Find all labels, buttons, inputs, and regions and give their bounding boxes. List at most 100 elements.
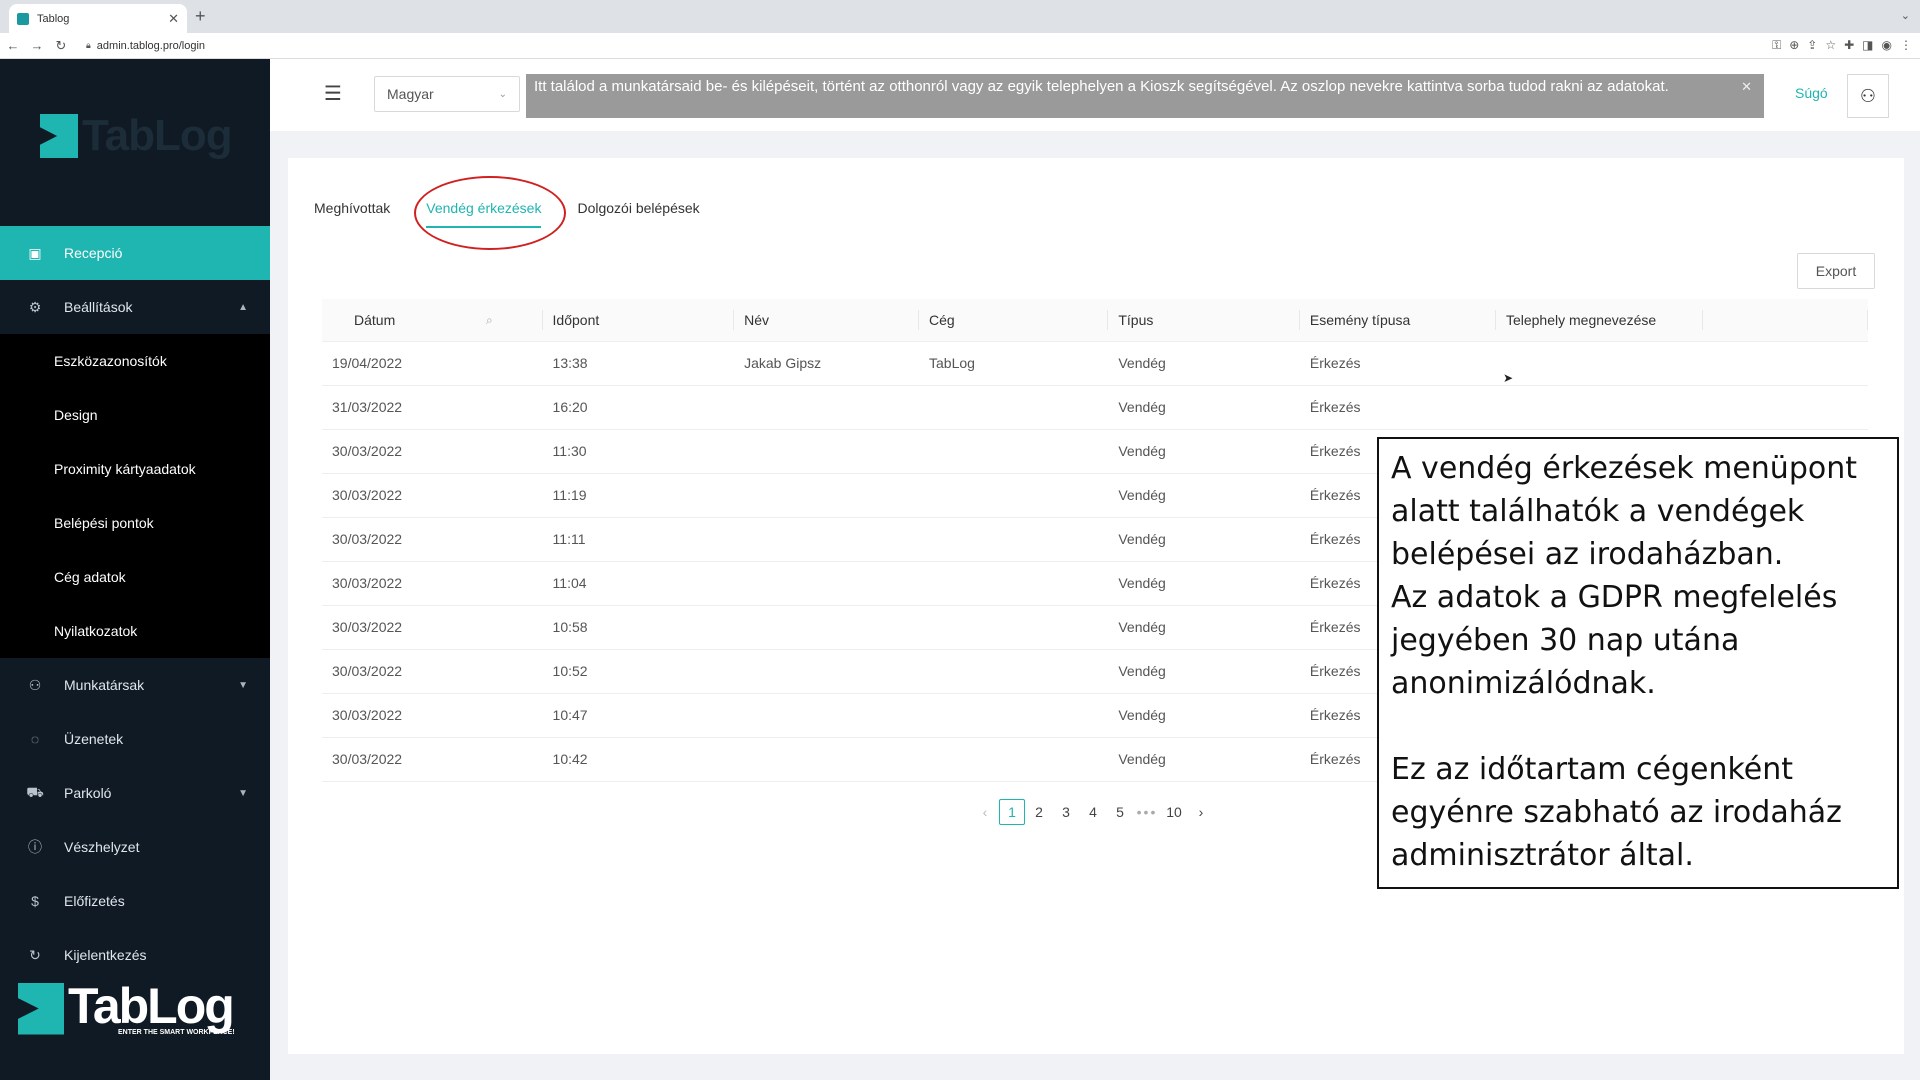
table-cell: 30/03/2022 <box>322 429 543 474</box>
sidepanel-icon[interactable]: ◨ <box>1862 38 1873 53</box>
submenu-item-eszkozazonositok[interactable]: Eszközazonosítók <box>0 334 270 388</box>
table-cell <box>734 385 919 430</box>
table-cell <box>919 385 1109 430</box>
column-header-esemeny-tipusa[interactable]: Esemény típusa <box>1299 299 1496 342</box>
table-cell: TabLog <box>919 341 1109 386</box>
page-10[interactable]: 10 <box>1161 799 1187 825</box>
column-header-ceg[interactable]: Cég <box>919 299 1109 342</box>
table-cell: 30/03/2022 <box>322 473 543 518</box>
table-cell: Vendég <box>1108 429 1300 474</box>
tablog-favicon-icon <box>17 12 29 25</box>
sidebar-item-label: Előfizetés <box>64 893 125 909</box>
table-cell: 30/03/2022 <box>322 517 543 562</box>
table-cell: Vendég <box>1108 341 1300 386</box>
export-button[interactable]: Export <box>1797 253 1875 289</box>
tablog-brand-logo: TabLog ENTER THE SMART WORKPLACE! <box>18 981 235 1036</box>
logo-tagline: ENTER THE SMART WORKPLACE! <box>118 1029 235 1036</box>
table-header-row: Dátum ⌕ Időpont Név Cég Típus Esemény típ… <box>322 299 1868 342</box>
sidebar-item-beallitasok[interactable]: ⚙ Beállítások ▲ <box>0 280 270 334</box>
column-header-telephely[interactable]: Telephely megnevezése <box>1495 299 1704 342</box>
tab-meghivottak[interactable]: Meghívottak <box>314 200 390 228</box>
car-icon: ⛟ <box>26 783 44 800</box>
next-page-icon[interactable]: › <box>1188 799 1214 825</box>
star-icon[interactable]: ☆ <box>1825 38 1836 53</box>
tablog-logo-icon <box>18 982 64 1035</box>
chevron-down-icon[interactable]: ⌄ <box>1901 9 1910 22</box>
message-icon: ◌ <box>30 731 40 747</box>
column-header-idopont[interactable]: Időpont <box>542 299 735 342</box>
reload-icon[interactable]: ↻ <box>50 38 72 54</box>
table-cell: 16:20 <box>542 385 735 430</box>
sidebar-item-recepcio[interactable]: ▣ Recepció <box>0 226 270 280</box>
menu-toggle-icon[interactable]: ☰ <box>324 81 342 106</box>
sidebar-item-elofizetes[interactable]: $ Előfizetés <box>0 874 270 928</box>
browser-tab-bar: Tablog ✕ + ⌄ <box>0 0 1920 33</box>
column-header-tipus[interactable]: Típus <box>1108 299 1300 342</box>
table-cell: 10:58 <box>542 605 735 650</box>
page-1[interactable]: 1 <box>999 799 1025 825</box>
logo-text: TabLog <box>82 111 233 160</box>
search-icon[interactable]: ⌕ <box>486 313 493 328</box>
sidebar-item-kijelentkezes[interactable]: ↻ Kijelentkezés <box>0 928 270 982</box>
more-icon[interactable]: ⋮ <box>1900 38 1912 53</box>
table-cell <box>919 737 1109 782</box>
forward-icon[interactable]: → <box>26 38 48 53</box>
logout-icon: ↻ <box>29 946 41 963</box>
sidebar-item-veszhelyzet[interactable]: ⓘ Vészhelyzet <box>0 820 270 874</box>
column-label: Dátum <box>354 311 396 328</box>
url-field[interactable]: 🔒︎ admin.tablog.pro/login <box>86 40 205 52</box>
table-cell <box>734 605 919 650</box>
page-2[interactable]: 2 <box>1026 799 1052 825</box>
zoom-icon[interactable]: ⊕ <box>1789 38 1799 53</box>
table-row[interactable]: 31/03/2022 16:20 Vendég Érkezés <box>322 385 1868 430</box>
page-ellipsis[interactable]: ••• <box>1134 799 1160 825</box>
table-row[interactable]: 19/04/2022 13:38 Jakab Gipsz TabLog Vendég Ér… <box>322 341 1868 386</box>
new-tab-icon[interactable]: + <box>195 6 206 27</box>
column-header-datum[interactable]: Dátum ⌕ <box>322 299 543 342</box>
sidebar-item-uzenetek[interactable]: ◌ Üzenetek <box>0 712 270 766</box>
page-3[interactable]: 3 <box>1053 799 1079 825</box>
close-tab-icon[interactable]: ✕ <box>168 11 179 27</box>
back-icon[interactable]: ← <box>2 38 24 53</box>
prev-page-icon[interactable]: ‹ <box>972 799 998 825</box>
extensions-icon[interactable]: ✚ <box>1844 38 1854 53</box>
submenu-item-design[interactable]: Design <box>0 388 270 442</box>
sidebar-item-parkolo[interactable]: ⛟ Parkoló ▼ <box>0 766 270 820</box>
table-cell <box>734 429 919 474</box>
table-cell: 10:42 <box>542 737 735 782</box>
close-icon[interactable]: ✕ <box>1741 76 1752 97</box>
column-label: Esemény típusa <box>1309 311 1411 328</box>
profile-icon[interactable]: ◉ <box>1882 38 1892 53</box>
column-header-nev[interactable]: Név <box>734 299 919 342</box>
submenu-item-belepesi-pontok[interactable]: Belépési pontok <box>0 496 270 550</box>
page-5[interactable]: 5 <box>1107 799 1133 825</box>
top-header: ☰ Magyar ⌄ Itt találod a munkatársaid be… <box>270 59 1920 131</box>
reception-icon: ▣ <box>28 244 42 261</box>
user-icon: ⚇ <box>1859 85 1877 106</box>
table-cell: 10:47 <box>542 693 735 738</box>
submenu-item-ceg-adatok[interactable]: Cég adatok <box>0 550 270 604</box>
help-link[interactable]: Súgó <box>1795 85 1828 101</box>
share-icon[interactable]: ⇪ <box>1807 38 1817 53</box>
language-select[interactable]: Magyar ⌄ <box>374 76 520 112</box>
sidebar-logo[interactable]: TabLog <box>40 111 233 161</box>
column-label: Név <box>744 311 770 328</box>
browser-tab[interactable]: Tablog ✕ <box>9 4 187 33</box>
key-icon[interactable]: ⚿ <box>1772 38 1781 53</box>
table-cell <box>919 693 1109 738</box>
sidebar-item-label: Üzenetek <box>64 731 124 747</box>
tab-dolgozoi-belepesek[interactable]: Dolgozói belépések <box>577 200 699 228</box>
page-4[interactable]: 4 <box>1080 799 1106 825</box>
sidebar-item-munkatarsak[interactable]: ⚇ Munkatársak ▼ <box>0 658 270 712</box>
table-cell: 11:04 <box>542 561 735 606</box>
submenu-item-proximity[interactable]: Proximity kártyaadatok <box>0 442 270 496</box>
annotation-line: belépései az irodaházban. <box>1391 537 1784 572</box>
table-cell: Jakab Gipsz <box>734 341 919 386</box>
table-cell <box>919 429 1109 474</box>
user-menu-button[interactable]: ⚇ <box>1847 74 1889 118</box>
sidebar-item-label: Vészhelyzet <box>64 839 140 855</box>
column-label: Típus <box>1118 311 1154 328</box>
sidebar-item-label: Beállítások <box>64 299 133 315</box>
table-cell: Érkezés <box>1299 341 1496 386</box>
submenu-item-nyilatkozatok[interactable]: Nyilatkozatok <box>0 604 270 658</box>
